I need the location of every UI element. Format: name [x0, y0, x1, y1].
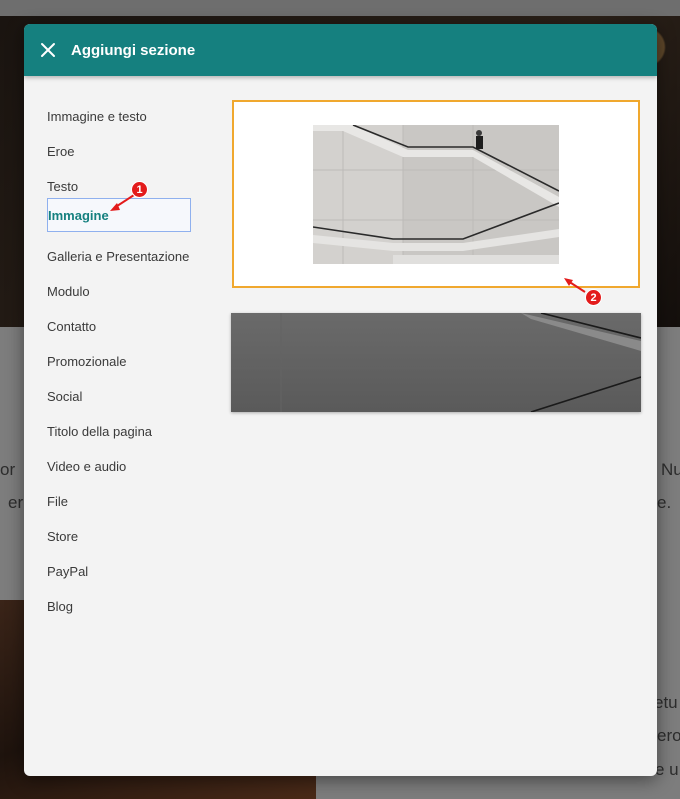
- annotation-arrows: [110, 194, 586, 293]
- annotation-marker-2: 2: [585, 289, 602, 306]
- annotation-marker-1: 1: [131, 181, 148, 198]
